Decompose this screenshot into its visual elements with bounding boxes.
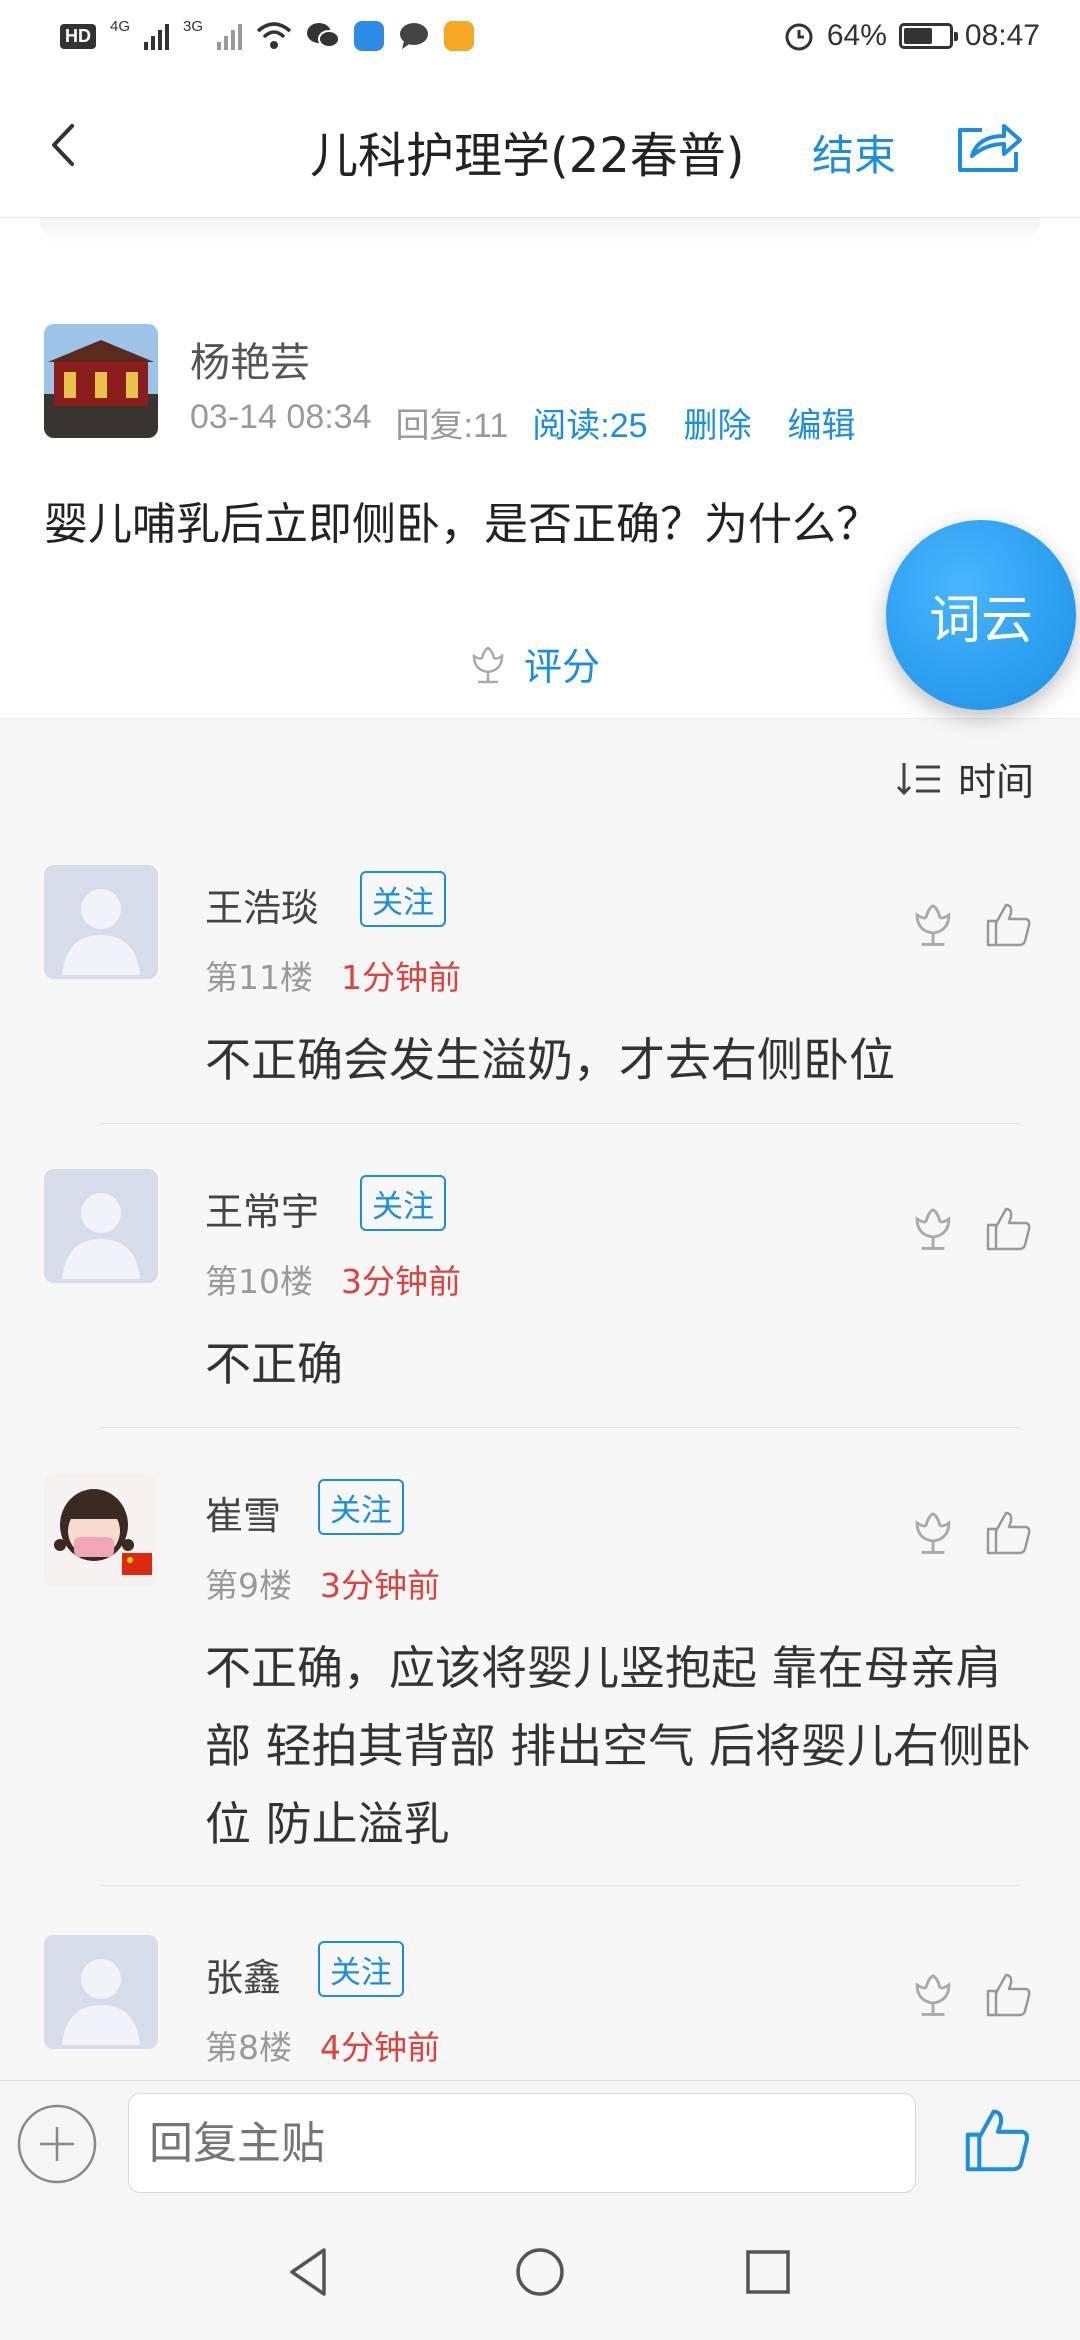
commenter-name[interactable]: 张鑫	[205, 1947, 281, 2002]
commenter-name[interactable]: 王常宇	[205, 1181, 319, 1236]
edit-button[interactable]: 编辑	[788, 398, 856, 447]
flower-icon[interactable]	[908, 1969, 958, 2019]
flower-icon[interactable]	[908, 1507, 958, 1557]
battery-percent: 64%	[826, 19, 887, 52]
thumbs-up-icon[interactable]	[962, 2103, 1034, 2175]
comment-divider	[100, 1427, 1020, 1428]
wifi-icon	[256, 22, 292, 49]
commenter-name[interactable]: 崔雪	[205, 1485, 281, 1540]
comments-section: 时间 王浩琰 关注 第11楼 1分钟前 不正确会发生溢奶，才去右侧卧位 王常宇 关…	[0, 718, 1080, 2080]
flower-icon[interactable]	[908, 899, 958, 949]
thumbs-up-icon[interactable]	[984, 1969, 1034, 2019]
end-button[interactable]: 结束	[812, 122, 896, 183]
comment-text: 不正确，应该将婴儿竖抱起 靠在母亲肩部 轻拍其背部 排出空气 后将婴儿右侧卧位 …	[205, 1641, 1031, 1851]
rate-label: 评分	[524, 645, 601, 689]
follow-button[interactable]: 关注	[360, 871, 446, 927]
signal-icon	[144, 22, 170, 50]
page-title: 儿科护理学(22春普)	[310, 128, 745, 184]
reply-bar	[0, 2080, 1080, 2208]
user-avatar[interactable]	[44, 1473, 158, 1587]
floor-number: 第10楼	[205, 1262, 313, 1301]
floor-number: 第9楼	[205, 1566, 292, 1605]
flower-icon[interactable]	[908, 1203, 958, 1253]
recents-square-icon[interactable]	[738, 2242, 798, 2302]
thumbs-up-icon[interactable]	[984, 1507, 1034, 1557]
comment-text: 不正确会发生溢奶，才去右侧卧位	[205, 1033, 895, 1087]
post-meta: 03-14 08:34 回复:11 阅读:25 删除 编辑	[190, 398, 856, 447]
thumbs-up-icon[interactable]	[984, 899, 1034, 949]
sort-label: 时间	[957, 760, 1034, 804]
floor-info: 第10楼 3分钟前	[205, 1255, 461, 1303]
floor-number: 第11楼	[205, 958, 313, 997]
comment-time: 4分钟前	[320, 2028, 440, 2067]
signal-icon-2	[217, 22, 243, 50]
floor-info: 第9楼 3分钟前	[205, 1559, 440, 1607]
add-attachment-icon[interactable]	[16, 2103, 98, 2185]
commenter-name[interactable]: 王浩琰	[205, 877, 319, 932]
system-navigation-bar	[0, 2208, 1080, 2340]
battery-fill	[903, 28, 932, 44]
default-avatar[interactable]	[44, 865, 158, 979]
network-3g-label: 3G	[183, 17, 204, 35]
follow-button[interactable]: 关注	[318, 1479, 404, 1535]
app-notification-icon	[354, 21, 385, 51]
clock: 08:47	[964, 19, 1040, 52]
default-avatar[interactable]	[44, 1169, 158, 1283]
sort-toggle[interactable]: 时间	[896, 751, 1034, 806]
status-left: HD 4G 3G	[60, 16, 475, 56]
nav-bar: 儿科护理学(22春普) 结束	[0, 72, 1080, 218]
floor-info: 第11楼 1分钟前	[205, 951, 461, 999]
home-circle-icon[interactable]	[510, 2242, 570, 2302]
back-chevron-icon[interactable]	[40, 120, 90, 170]
comment-time: 3分钟前	[341, 1262, 461, 1301]
comment-text: 不正确	[205, 1337, 343, 1391]
post-body: 婴儿哺乳后立即侧卧，是否正确？为什么？	[44, 499, 880, 550]
comment-time: 1分钟前	[341, 958, 461, 997]
post-date: 03-14 08:34	[190, 398, 372, 436]
delete-button[interactable]: 删除	[684, 398, 752, 447]
hd-badge: HD	[60, 23, 96, 49]
share-icon[interactable]	[952, 116, 1024, 176]
message-icon	[400, 23, 429, 49]
status-right: 64% 08:47	[783, 12, 1040, 60]
floor-info: 第8楼 4分钟前	[205, 2021, 440, 2069]
comment-divider	[100, 1885, 1020, 1886]
author-name[interactable]: 杨艳芸	[190, 330, 310, 388]
follow-button[interactable]: 关注	[318, 1941, 404, 1997]
rate-button[interactable]: 评分	[466, 636, 600, 691]
reply-count: 回复:11	[395, 407, 509, 445]
floor-number: 第8楼	[205, 2028, 292, 2067]
back-triangle-icon[interactable]	[280, 2242, 340, 2302]
reply-input[interactable]	[128, 2093, 916, 2193]
flower-icon	[472, 646, 504, 683]
sort-icon	[896, 762, 940, 795]
network-4g-label: 4G	[110, 17, 131, 35]
word-cloud-button[interactable]: 词云	[886, 520, 1076, 710]
thumbs-up-icon[interactable]	[984, 1203, 1034, 1253]
read-count: 阅读:25	[532, 407, 648, 445]
comment-time: 3分钟前	[320, 1566, 440, 1605]
follow-button[interactable]: 关注	[360, 1175, 446, 1231]
battery-icon	[898, 23, 958, 49]
author-avatar[interactable]	[44, 324, 158, 438]
status-bar: HD 4G 3G 64% 08:47	[0, 0, 1080, 72]
alarm-icon	[785, 23, 813, 51]
wechat-icon	[307, 23, 341, 48]
comment-divider	[100, 1123, 1020, 1124]
collapsed-card-shadow	[40, 218, 1040, 244]
app-notification-icon-2	[444, 21, 475, 51]
default-avatar[interactable]	[44, 1935, 158, 2049]
